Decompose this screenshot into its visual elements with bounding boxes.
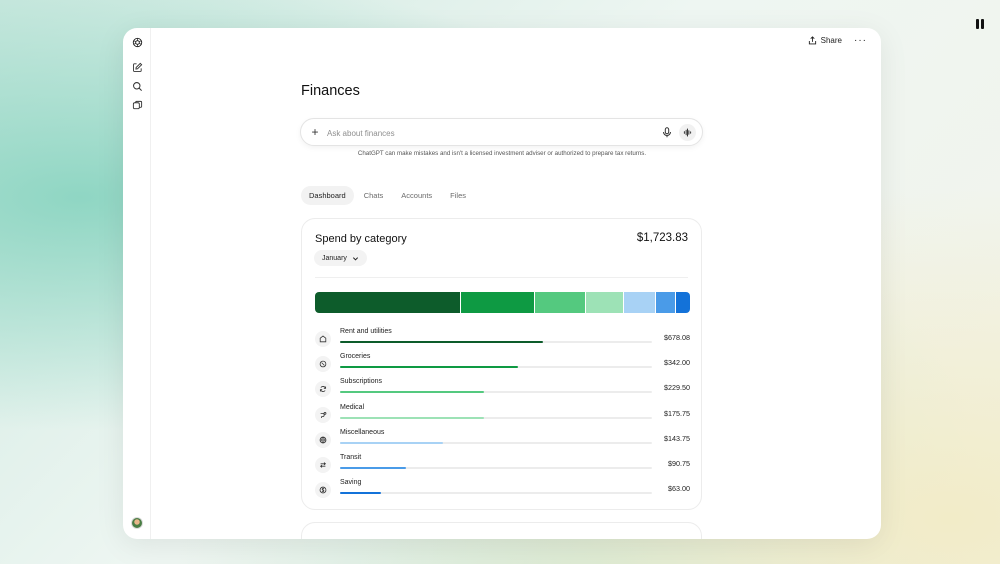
category-label: Transit — [340, 454, 362, 461]
divider — [315, 277, 688, 278]
category-bar-track — [340, 416, 652, 419]
category-bar-fill — [340, 467, 406, 469]
category-row[interactable]: Groceries $342.00 — [315, 353, 690, 373]
chevron-down-icon — [352, 256, 358, 260]
category-amount: $229.50 — [664, 383, 690, 393]
category-amount: $90.75 — [668, 459, 690, 468]
category-label: Medical — [340, 403, 365, 411]
month-label: January — [322, 254, 347, 262]
home-icon — [315, 331, 331, 347]
category-bar-fill — [340, 441, 443, 444]
category-bar-fill — [340, 366, 518, 369]
tab-files[interactable]: Files — [442, 186, 474, 205]
stack-segment-saving — [676, 292, 690, 313]
category-row[interactable]: Transit $90.75 — [315, 454, 690, 473]
library-icon[interactable] — [130, 98, 144, 112]
refresh-icon — [315, 381, 331, 398]
dollar-icon — [315, 482, 331, 499]
search-icon[interactable] — [130, 79, 144, 93]
microphone-icon[interactable] — [662, 127, 672, 138]
tab-bar: Dashboard Chats Accounts Files — [301, 186, 474, 205]
category-bar-fill — [340, 391, 484, 394]
category-bar-track — [340, 391, 652, 394]
category-bar-fill — [340, 416, 484, 419]
globe-icon — [315, 431, 331, 448]
stack-segment-subscriptions — [535, 292, 585, 313]
category-amount: $143.75 — [664, 433, 690, 443]
stack-segment-medical — [585, 292, 624, 313]
waveform-icon — [683, 128, 692, 137]
category-row[interactable]: Medical $175.75 — [315, 403, 690, 423]
total-amount: $1,723.83 — [636, 232, 688, 244]
category-amount: $342.00 — [664, 358, 690, 368]
card-title: Spend by category — [315, 233, 407, 245]
month-dropdown[interactable]: January — [314, 250, 367, 266]
category-bar-fill — [340, 492, 381, 495]
stack-segment-miscellaneous — [624, 292, 656, 313]
groceries-icon — [315, 356, 331, 373]
category-label: Saving — [340, 479, 362, 487]
share-icon — [808, 36, 816, 45]
disclaimer-text: ChatGPT can make mistakes and isn't a li… — [357, 150, 647, 157]
tab-chats[interactable]: Chats — [356, 186, 392, 205]
category-label: Rent and utilities — [340, 328, 392, 335]
category-row[interactable]: Rent and utilities $678.08 — [315, 328, 690, 347]
voice-mode-button[interactable] — [679, 124, 696, 141]
composer: + — [300, 118, 703, 146]
category-bar-track — [340, 492, 652, 495]
ask-input[interactable] — [327, 126, 627, 140]
category-label: Groceries — [340, 353, 371, 361]
avatar[interactable] — [131, 517, 143, 529]
tab-accounts[interactable]: Accounts — [393, 186, 440, 205]
category-row[interactable]: Miscellaneous $143.75 — [315, 428, 690, 448]
category-row[interactable]: Subscriptions $229.50 — [315, 378, 690, 398]
medical-icon — [315, 406, 331, 423]
pause-icon[interactable] — [976, 19, 986, 29]
new-chat-icon[interactable] — [130, 60, 144, 74]
app-window: Share ··· Finances + ChatGPT can make mi… — [123, 28, 881, 539]
secondary-card — [301, 522, 702, 539]
category-bar-fill — [340, 341, 543, 343]
more-options-button[interactable]: ··· — [854, 35, 867, 45]
stack-segment-transit — [656, 292, 676, 313]
share-button[interactable]: Share — [808, 36, 842, 45]
openai-logo-icon[interactable] — [130, 35, 144, 49]
share-label: Share — [820, 36, 842, 45]
category-label: Subscriptions — [340, 378, 383, 386]
sidebar-rail — [123, 28, 151, 539]
page-title: Finances — [301, 83, 360, 99]
category-label: Miscellaneous — [340, 428, 385, 436]
add-attachment-button[interactable]: + — [309, 125, 321, 139]
transfer-icon — [315, 457, 331, 473]
category-bar-track — [340, 441, 652, 444]
category-amount: $63.00 — [668, 484, 690, 494]
category-amount: $678.08 — [664, 333, 690, 342]
stack-segment-groceries — [461, 292, 535, 313]
category-bar-track — [340, 366, 652, 369]
stack-segment-rent-and-utilities — [315, 292, 461, 313]
spend-by-category-card: Spend by category $1,723.83 January Rent… — [301, 218, 702, 510]
top-bar: Share ··· — [808, 35, 867, 45]
category-bar-track — [340, 341, 652, 343]
stacked-spend-bar — [315, 292, 690, 313]
category-amount: $175.75 — [664, 408, 690, 418]
tab-dashboard[interactable]: Dashboard — [301, 186, 354, 205]
category-bar-track — [340, 467, 652, 469]
category-row[interactable]: Saving $63.00 — [315, 479, 690, 499]
